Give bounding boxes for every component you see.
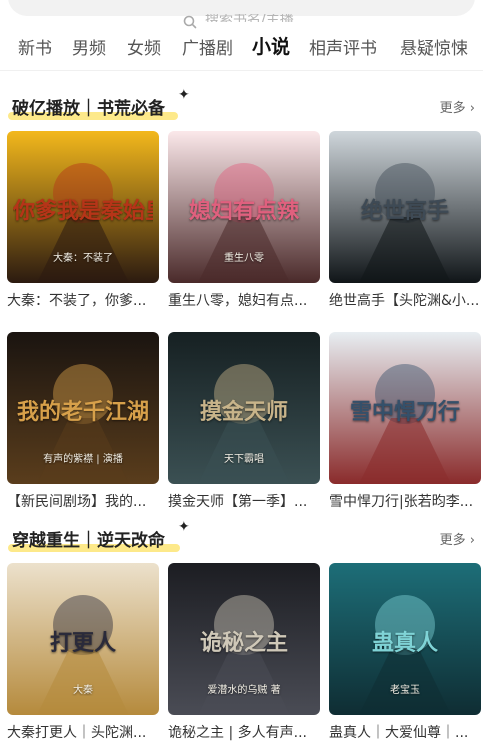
section-title: 穿越重生｜逆天改命 bbox=[12, 531, 165, 551]
tab-male[interactable]: 男频 bbox=[72, 38, 106, 60]
search-area: 搜索书名/主播 bbox=[0, 0, 483, 29]
book-title[interactable]: 诡秘之主 | 多人有声... bbox=[168, 723, 324, 743]
cover-title-art: 绝世高手 bbox=[360, 198, 449, 224]
book-cover[interactable]: 打更人 大秦 bbox=[7, 563, 159, 715]
tab-new-books[interactable]: 新书 bbox=[18, 38, 52, 60]
book-card[interactable]: 绝世高手绝世高手【头陀渊&小... bbox=[329, 131, 481, 313]
cover-title-art: 摸金天师 bbox=[199, 399, 288, 425]
section-title: 破亿播放｜书荒必备 bbox=[12, 99, 165, 119]
cover-subtitle: 爱潜水的乌贼 著 bbox=[207, 685, 281, 696]
book-title[interactable]: 重生八零，媳妇有点... bbox=[168, 291, 324, 311]
category-tabs: 新书 男频 女频 广播剧 小说 相声评书 悬疑惊悚 bbox=[0, 30, 483, 66]
book-title[interactable]: 大秦：不装了，你爹... bbox=[7, 291, 163, 311]
book-title[interactable]: 【新民间剧场】我的... bbox=[7, 492, 163, 512]
tab-suspense[interactable]: 悬疑惊悚 bbox=[400, 38, 468, 60]
book-card[interactable]: 摸金天师 天下霸唱 摸金天师【第一季】... bbox=[168, 332, 320, 514]
book-cover[interactable]: 你爹我是秦始皇大秦：不装了 bbox=[7, 131, 159, 283]
search-placeholder: 搜索书名/主播 bbox=[205, 14, 294, 22]
cover-title-art: 我的老千江湖 bbox=[16, 399, 149, 425]
section-header: 穿越重生｜逆天改命 ✦ 更多 › bbox=[0, 520, 483, 556]
cover-title-art: 诡秘之主 bbox=[199, 630, 288, 656]
book-card[interactable]: 蛊真人老宝玉蛊真人｜大爱仙尊｜... bbox=[329, 563, 481, 745]
book-title[interactable]: 大秦打更人｜头陀渊... bbox=[7, 723, 163, 743]
section-header: 破亿播放｜书荒必备 ✦ 更多 › bbox=[0, 88, 483, 124]
more-link[interactable]: 更多 › bbox=[440, 100, 475, 118]
book-title[interactable]: 绝世高手【头陀渊&小... bbox=[329, 291, 483, 311]
book-card[interactable]: 雪中悍刀行雪中悍刀行|张若昀李... bbox=[329, 332, 481, 514]
book-card[interactable]: 你爹我是秦始皇 大秦：不装了 大秦：不装了，你爹... bbox=[7, 131, 159, 313]
book-card[interactable]: 打更人 大秦 大秦打更人｜头陀渊... bbox=[7, 563, 159, 745]
cover-subtitle: 重生八零 bbox=[224, 253, 264, 264]
tab-novel[interactable]: 小说 bbox=[252, 36, 290, 58]
cover-subtitle: 大秦：不装了 bbox=[53, 253, 113, 264]
search-icon[interactable] bbox=[183, 15, 197, 29]
sparkle-icon: ✦ bbox=[178, 87, 190, 103]
book-title[interactable]: 摸金天师【第一季】... bbox=[168, 492, 324, 512]
cover-subtitle: 有声的紫襟 | 演播 bbox=[43, 454, 123, 465]
cover-subtitle: 天下霸唱 bbox=[224, 454, 264, 465]
cover-title-art: 雪中悍刀行 bbox=[349, 399, 460, 425]
cover-title-art: 打更人 bbox=[49, 630, 116, 656]
book-cover[interactable]: 摸金天师 天下霸唱 bbox=[168, 332, 320, 484]
book-card[interactable]: 诡秘之主 爱潜水的乌贼 著诡秘之主 | 多人有声... bbox=[168, 563, 320, 745]
cover-title-art: 你爹我是秦始皇 bbox=[13, 198, 153, 224]
cover-subtitle: 大秦 bbox=[73, 685, 93, 696]
cover-title-art: 蛊真人 bbox=[371, 630, 438, 656]
book-title[interactable]: 蛊真人｜大爱仙尊｜... bbox=[329, 723, 483, 743]
book-cover[interactable]: 诡秘之主爱潜水的乌贼 著 bbox=[168, 563, 320, 715]
book-card[interactable]: 媳妇有点辣 重生八零 重生八零，媳妇有点... bbox=[168, 131, 320, 313]
book-card[interactable]: 我的老千江湖 有声的紫襟 | 演播 【新民间剧场】我的... bbox=[7, 332, 159, 514]
sparkle-icon: ✦ bbox=[178, 519, 190, 535]
cover-title-art: 媳妇有点辣 bbox=[188, 198, 299, 224]
tab-divider bbox=[0, 70, 483, 71]
tab-radio-drama[interactable]: 广播剧 bbox=[182, 38, 233, 60]
book-cover[interactable]: 媳妇有点辣 重生八零 bbox=[168, 131, 320, 283]
book-title[interactable]: 雪中悍刀行|张若昀李... bbox=[329, 492, 483, 512]
book-cover[interactable]: 雪中悍刀行 bbox=[329, 332, 481, 484]
book-cover[interactable]: 绝世高手 bbox=[329, 131, 481, 283]
book-cover[interactable]: 我的老千江湖有声的紫襟 | 演播 bbox=[7, 332, 159, 484]
tab-female[interactable]: 女频 bbox=[127, 38, 161, 60]
book-cover[interactable]: 蛊真人 老宝玉 bbox=[329, 563, 481, 715]
cover-subtitle: 老宝玉 bbox=[390, 685, 420, 696]
more-link[interactable]: 更多 › bbox=[440, 532, 475, 550]
tab-crosstalk[interactable]: 相声评书 bbox=[309, 38, 377, 60]
